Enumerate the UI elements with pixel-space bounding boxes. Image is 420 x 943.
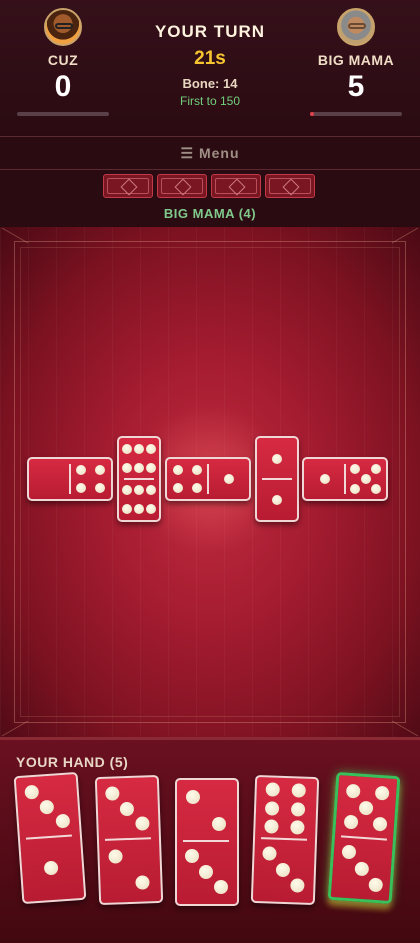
avatar-cuz — [44, 8, 82, 46]
pip — [94, 482, 105, 493]
pip — [173, 482, 184, 493]
pip — [122, 462, 132, 473]
pip — [191, 465, 202, 476]
pip — [289, 819, 305, 835]
player-score-right: 5 — [347, 70, 365, 103]
opponent-label: BIG MAMA (4) — [163, 206, 257, 221]
turn-timer: 21s — [194, 48, 226, 69]
player-score-left: 0 — [54, 70, 72, 103]
board-domino — [302, 457, 388, 501]
pip — [184, 849, 199, 864]
progress-bar-left — [17, 112, 109, 116]
player-panel-cuz: CUZ 0 — [8, 8, 118, 116]
pip — [265, 782, 281, 797]
avatar-big-mama — [337, 8, 375, 46]
pip — [289, 877, 305, 893]
hand-domino[interactable] — [175, 778, 239, 906]
player-panel-big-mama: BIG MAMA 5 — [301, 8, 411, 116]
pip — [272, 453, 282, 464]
pip — [76, 465, 87, 476]
pip — [104, 786, 120, 802]
pip — [146, 462, 156, 473]
pip — [173, 465, 184, 476]
pip — [191, 482, 202, 493]
pip — [135, 875, 150, 890]
pip — [146, 503, 156, 514]
pip — [360, 474, 371, 484]
pip — [367, 877, 383, 893]
pip — [122, 444, 132, 455]
pip — [319, 474, 330, 484]
pip — [370, 484, 381, 494]
pip — [134, 485, 144, 496]
pip — [213, 879, 228, 894]
pip — [343, 814, 359, 830]
pip — [354, 860, 370, 876]
pip — [146, 485, 156, 496]
game-header: CUZ 0 YOUR TURN 21s Bone: 14 First to 15… — [0, 0, 420, 137]
pip — [265, 800, 280, 816]
pip — [341, 844, 356, 860]
pip — [211, 816, 226, 831]
boneyard-count: Bone: 14 — [182, 76, 238, 91]
pip — [23, 784, 39, 800]
opponent-tile-back — [211, 174, 261, 198]
pip — [76, 482, 87, 493]
pip — [186, 790, 201, 805]
pip — [134, 444, 144, 455]
pip — [290, 801, 306, 817]
opponent-tiles — [103, 174, 317, 200]
turn-info: YOUR TURN 21s Bone: 14 First to 150 — [130, 22, 290, 108]
pip — [223, 474, 234, 484]
pip — [275, 862, 291, 877]
pip — [39, 799, 55, 815]
board-domino — [255, 436, 299, 522]
pip — [199, 864, 213, 879]
pip — [272, 494, 282, 505]
hand-domino-selected[interactable] — [327, 771, 401, 905]
board-domino — [165, 457, 251, 501]
board-domino — [27, 457, 113, 501]
opponent-area: BIG MAMA (4) — [0, 170, 420, 226]
pip — [54, 813, 70, 829]
pip — [370, 464, 381, 474]
board-domino — [117, 436, 161, 522]
hand-domino[interactable] — [250, 774, 320, 906]
pip — [122, 485, 132, 496]
menu-button[interactable]: ☰ Menu — [0, 137, 420, 170]
progress-bar-right — [310, 112, 402, 116]
pip — [261, 846, 277, 861]
pip — [372, 816, 387, 832]
pip — [146, 444, 156, 455]
pip — [108, 849, 124, 864]
pip — [94, 465, 105, 476]
hand-domino[interactable] — [94, 774, 164, 906]
opponent-tile-back — [103, 174, 153, 198]
pip — [43, 860, 59, 875]
player-hand: YOUR HAND (5) — [0, 737, 420, 943]
opponent-tile-back — [157, 174, 207, 198]
player-name-right: BIG MAMA — [317, 52, 395, 68]
pip — [350, 464, 361, 474]
pip — [291, 783, 306, 798]
progress-fill-right — [310, 112, 314, 116]
pip — [134, 503, 144, 514]
pip — [345, 783, 361, 799]
pip — [134, 816, 150, 831]
turn-indicator: YOUR TURN — [154, 22, 266, 41]
pip — [374, 785, 390, 801]
goal-text: First to 150 — [179, 94, 241, 108]
pip — [134, 462, 144, 473]
pip — [350, 484, 361, 494]
player-name-left: CUZ — [47, 52, 79, 68]
hand-label: YOUR HAND (5) — [16, 754, 129, 770]
pip — [264, 819, 279, 834]
pip — [122, 503, 132, 514]
opponent-tile-back — [265, 174, 315, 198]
game-table — [0, 227, 420, 737]
pip — [119, 801, 135, 816]
hand-domino[interactable] — [13, 771, 87, 905]
pip — [358, 800, 374, 816]
